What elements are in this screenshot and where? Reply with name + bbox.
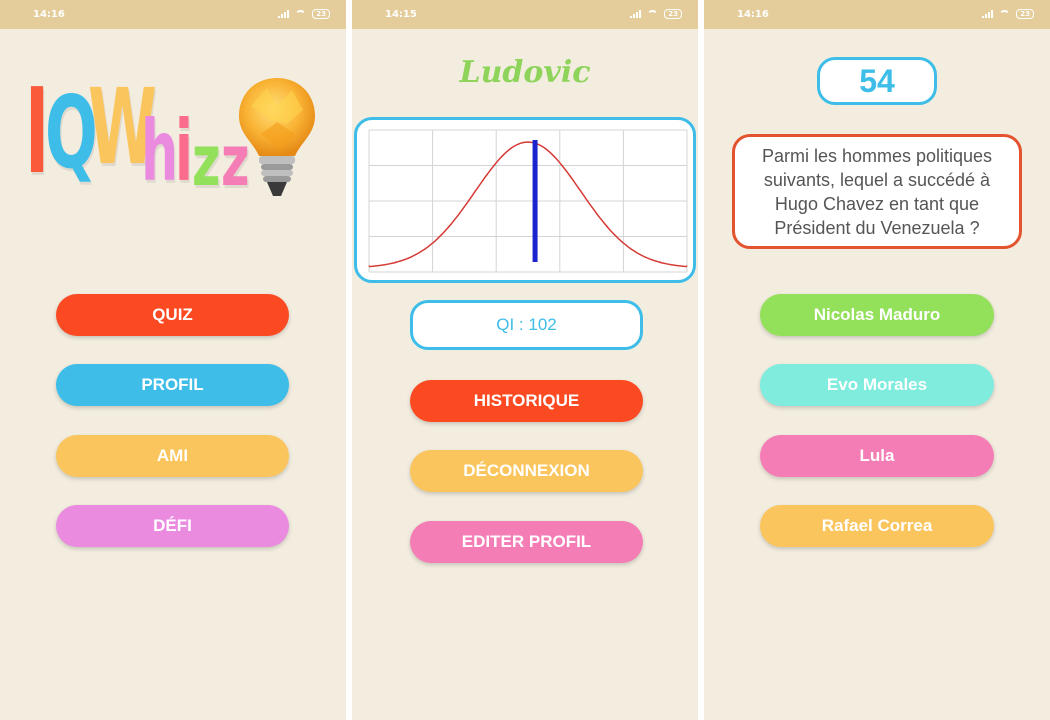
answer-button-2[interactable]: Evo Morales <box>760 364 994 406</box>
iq-distribution-chart <box>368 129 688 273</box>
quiz-screen: 14:16 23 54 Parmi les hommes politiques … <box>704 0 1050 720</box>
profil-button[interactable]: PROFIL <box>56 364 289 406</box>
battery-icon: 23 <box>664 9 682 19</box>
wifi-icon <box>295 10 307 18</box>
status-bar: 14:16 23 <box>704 0 1050 29</box>
wifi-icon <box>647 10 659 18</box>
wifi-icon <box>999 10 1011 18</box>
curve-point <box>686 264 688 266</box>
curve-point <box>421 249 423 251</box>
defi-button[interactable]: DÉFI <box>56 505 289 547</box>
logo-letter-i2: i <box>175 102 193 200</box>
status-icons: 23 <box>630 9 682 19</box>
status-bar: 14:15 23 <box>352 0 698 29</box>
historique-button-label: HISTORIQUE <box>473 391 580 410</box>
deconnexion-button[interactable]: DÉCONNEXION <box>410 450 643 492</box>
historique-button[interactable]: HISTORIQUE <box>410 380 643 422</box>
status-time: 14:16 <box>33 9 65 20</box>
quiz-button[interactable]: QUIZ <box>56 294 289 336</box>
question-box: Parmi les hommes politiques suivants, le… <box>732 134 1022 249</box>
curve-point <box>527 141 529 143</box>
status-time: 14:15 <box>385 9 417 20</box>
signal-icon <box>630 10 642 18</box>
curve-point <box>501 156 502 158</box>
defi-button-label: DÉFI <box>153 516 192 535</box>
status-bar: 14:16 23 <box>0 0 346 29</box>
status-icons: 23 <box>982 9 1034 19</box>
timer-value: 54 <box>859 62 895 99</box>
curve-point <box>395 261 396 263</box>
answer-button-4[interactable]: Rafael Correa <box>760 505 994 547</box>
quiz-button-label: QUIZ <box>152 305 193 324</box>
question-text: Parmi les hommes politiques suivants, le… <box>761 145 993 238</box>
answer-label-3: Lula <box>859 446 895 465</box>
curve-point <box>448 225 449 227</box>
username-title: Ludovic <box>459 55 591 90</box>
profile-screen: 14:15 23 Ludovic QI : 102 HISTORIQUE DÉC… <box>352 0 698 720</box>
deconnexion-button-label: DÉCONNEXION <box>463 461 590 480</box>
home-screen: 14:16 23 I Q W h i z z QUIZ PROFIL AMI D… <box>0 0 346 720</box>
status-time: 14:16 <box>737 9 769 20</box>
answer-button-1[interactable]: Nicolas Maduro <box>760 294 994 336</box>
profil-button-label: PROFIL <box>141 375 204 394</box>
curve-point <box>580 190 582 192</box>
curve-point <box>660 261 661 263</box>
signal-icon <box>278 10 290 18</box>
curve-point <box>607 225 608 227</box>
editer-profil-button-label: EDITER PROFIL <box>461 532 592 551</box>
answer-label-1: Nicolas Maduro <box>813 305 941 324</box>
iq-score-label: QI : 102 <box>496 315 557 334</box>
status-icons: 23 <box>278 9 330 19</box>
ami-button[interactable]: AMI <box>56 435 289 477</box>
lightbulb-icon <box>239 78 315 196</box>
curve-point <box>368 264 370 266</box>
curve-point <box>474 190 476 192</box>
iq-score-box: QI : 102 <box>410 300 643 350</box>
answer-button-3[interactable]: Lula <box>760 435 994 477</box>
battery-icon: 23 <box>1016 9 1034 19</box>
ami-button-label: AMI <box>156 446 189 465</box>
timer-box: 54 <box>817 57 937 105</box>
answer-label-2: Evo Morales <box>826 375 928 394</box>
signal-icon <box>982 10 994 18</box>
answer-label-4: Rafael Correa <box>821 516 933 535</box>
iq-chart-card <box>354 117 696 283</box>
logo-letter-h: h <box>141 102 179 200</box>
curve-point <box>554 156 555 158</box>
editer-profil-button[interactable]: EDITER PROFIL <box>410 521 643 563</box>
logo-letter-z1: z <box>192 120 221 202</box>
distribution-curve <box>368 141 688 268</box>
battery-icon: 23 <box>312 9 330 19</box>
curve-point <box>633 249 635 251</box>
